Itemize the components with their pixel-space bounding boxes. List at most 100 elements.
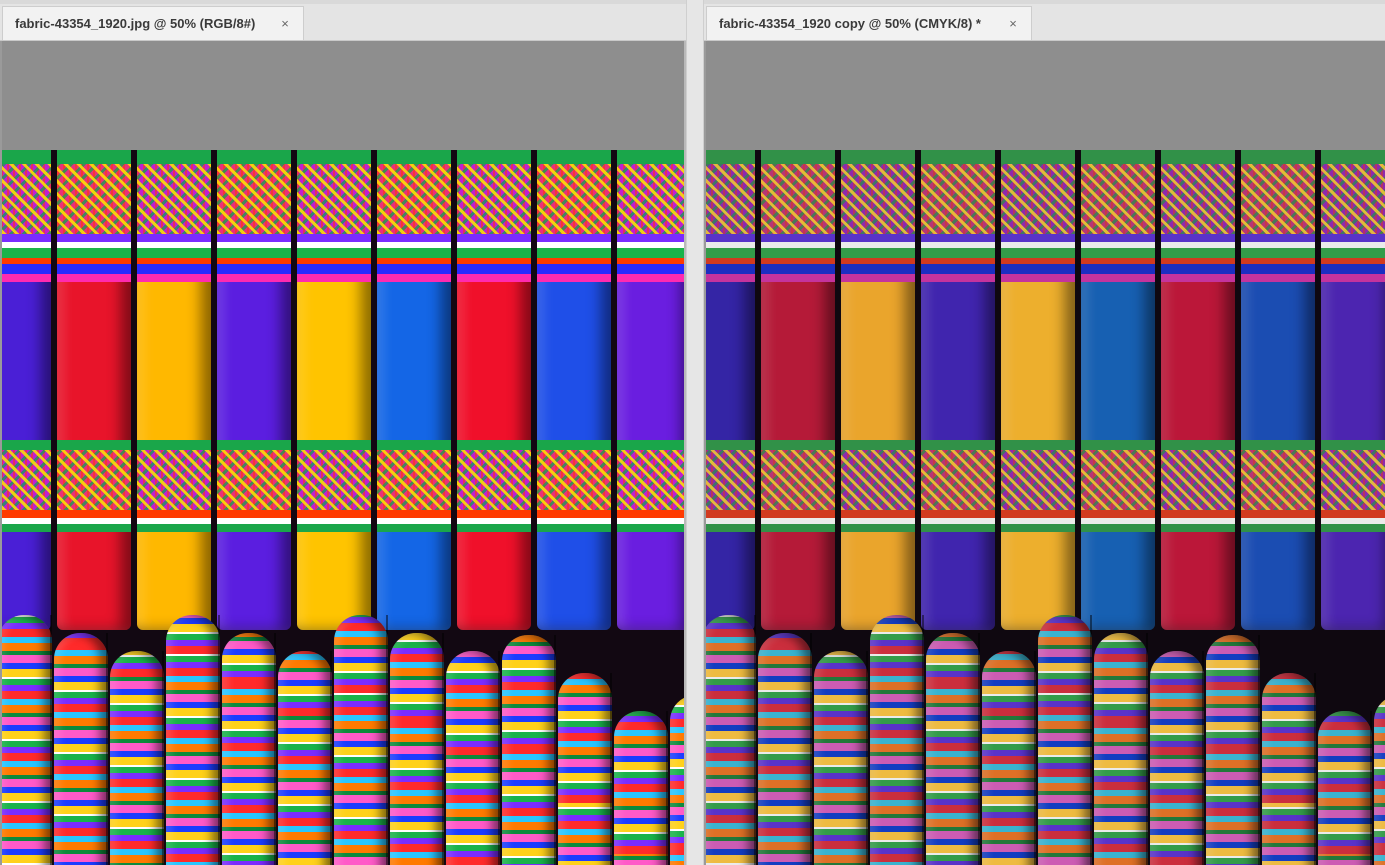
fabric-roll bbox=[1001, 150, 1075, 630]
fabric-roll-front bbox=[1038, 615, 1092, 865]
fabric-stripe bbox=[617, 150, 684, 164]
fabric-stripe bbox=[1001, 440, 1075, 450]
fabric-stripe bbox=[1321, 274, 1385, 282]
woven-pattern-band bbox=[137, 450, 211, 510]
fabric-stripe bbox=[57, 524, 131, 532]
fabric-stripe bbox=[297, 274, 371, 282]
fabric-stripe bbox=[921, 234, 995, 242]
fabric-stripe bbox=[377, 510, 451, 518]
document-canvas-rgb[interactable] bbox=[2, 150, 684, 865]
fabric-stripe bbox=[537, 274, 611, 282]
document-tab-rgb[interactable]: fabric-43354_1920.jpg @ 50% (RGB/8#) × bbox=[2, 6, 304, 40]
fabric-roll bbox=[761, 150, 835, 630]
fabric-stripe bbox=[57, 510, 131, 518]
fabric-stripe bbox=[2, 274, 51, 282]
fabric-stripe bbox=[377, 440, 451, 450]
close-icon[interactable]: × bbox=[1005, 16, 1021, 31]
fabric-stripe bbox=[2, 248, 51, 258]
document-canvas-cmyk[interactable] bbox=[706, 150, 1385, 865]
roll-shadow bbox=[162, 651, 164, 865]
fabric-stripe bbox=[617, 274, 684, 282]
fabric-stripe bbox=[761, 274, 835, 282]
fabric-roll bbox=[1161, 150, 1235, 630]
fabric-stripe bbox=[1001, 274, 1075, 282]
fabric-stripe bbox=[761, 150, 835, 164]
fabric-stripe bbox=[841, 440, 915, 450]
fabric-stripe bbox=[57, 440, 131, 450]
fabric-roll bbox=[706, 150, 755, 630]
fabric-stripe bbox=[1241, 524, 1315, 532]
fabric-roll-front bbox=[446, 651, 500, 865]
fabric-stripe bbox=[297, 264, 371, 274]
roll-shadow bbox=[666, 711, 668, 865]
woven-pattern-band bbox=[1001, 450, 1075, 510]
fabric-stripe bbox=[1161, 150, 1235, 164]
woven-pattern-band bbox=[537, 450, 611, 510]
fabric-stripe bbox=[617, 440, 684, 450]
fabric-stripe bbox=[1001, 510, 1075, 518]
fabric-stripe bbox=[137, 150, 211, 164]
fabric-roll-front bbox=[2, 615, 52, 865]
woven-pattern-band bbox=[377, 450, 451, 510]
fabric-stripe bbox=[457, 234, 531, 242]
fabric-stripe bbox=[1081, 440, 1155, 450]
fabric-stripe bbox=[841, 264, 915, 274]
fabric-stripe bbox=[57, 274, 131, 282]
fabric-roll-front bbox=[1318, 711, 1372, 865]
fabric-stripe bbox=[537, 234, 611, 242]
woven-pattern-band bbox=[1241, 164, 1315, 234]
fabric-stripe bbox=[457, 524, 531, 532]
fabric-stripe bbox=[841, 524, 915, 532]
document-tab-cmyk[interactable]: fabric-43354_1920 copy @ 50% (CMYK/8) * … bbox=[706, 6, 1032, 40]
fabric-stripe bbox=[217, 510, 291, 518]
fabric-stripe bbox=[921, 248, 995, 258]
fabric-roll bbox=[1081, 150, 1155, 630]
fabric-stripe bbox=[457, 150, 531, 164]
document-split-gutter[interactable] bbox=[686, 0, 704, 865]
fabric-stripe bbox=[377, 264, 451, 274]
roll-shadow bbox=[1090, 615, 1092, 865]
woven-pattern-band bbox=[297, 164, 371, 234]
fabric-roll-front bbox=[1262, 673, 1316, 865]
roll-shadow bbox=[978, 633, 980, 865]
roll-shadow bbox=[1202, 651, 1204, 865]
fabric-stripe bbox=[1241, 510, 1315, 518]
pasteboard bbox=[2, 41, 684, 150]
fabric-stripe bbox=[1241, 274, 1315, 282]
fabric-stripe bbox=[57, 248, 131, 258]
fabric-stripe bbox=[217, 234, 291, 242]
woven-pattern-band bbox=[1321, 164, 1385, 234]
fabric-stripe bbox=[617, 264, 684, 274]
fabric-stripe bbox=[1241, 264, 1315, 274]
fabric-stripe bbox=[1001, 248, 1075, 258]
fabric-stripe bbox=[2, 440, 51, 450]
fabric-stripe bbox=[457, 264, 531, 274]
fabric-roll-front bbox=[502, 635, 556, 865]
fabric-stripe bbox=[2, 150, 51, 164]
woven-pattern-band bbox=[1081, 450, 1155, 510]
woven-pattern-band bbox=[377, 164, 451, 234]
fabric-stripe bbox=[137, 510, 211, 518]
fabric-stripe bbox=[1081, 510, 1155, 518]
roll-shadow bbox=[386, 615, 388, 865]
fabric-roll-front bbox=[1374, 695, 1385, 865]
fabric-stripe bbox=[57, 234, 131, 242]
fabric-stripe bbox=[1081, 150, 1155, 164]
roll-shadow bbox=[1034, 651, 1036, 865]
fabric-stripe bbox=[1081, 248, 1155, 258]
fabric-stripe bbox=[921, 150, 995, 164]
fabric-roll-front bbox=[814, 651, 868, 865]
close-icon[interactable]: × bbox=[277, 16, 293, 31]
fabric-stripe bbox=[617, 510, 684, 518]
fabric-stripe bbox=[841, 510, 915, 518]
fabric-roll-front bbox=[334, 615, 388, 865]
fabric-stripe bbox=[706, 234, 755, 242]
fabric-stripe bbox=[1081, 234, 1155, 242]
woven-pattern-band bbox=[457, 450, 531, 510]
woven-pattern-band bbox=[921, 164, 995, 234]
fabric-stripe bbox=[761, 234, 835, 242]
pasteboard bbox=[706, 41, 1385, 150]
woven-pattern-band bbox=[1161, 164, 1235, 234]
fabric-stripe bbox=[761, 248, 835, 258]
fabric-stripe bbox=[1321, 440, 1385, 450]
